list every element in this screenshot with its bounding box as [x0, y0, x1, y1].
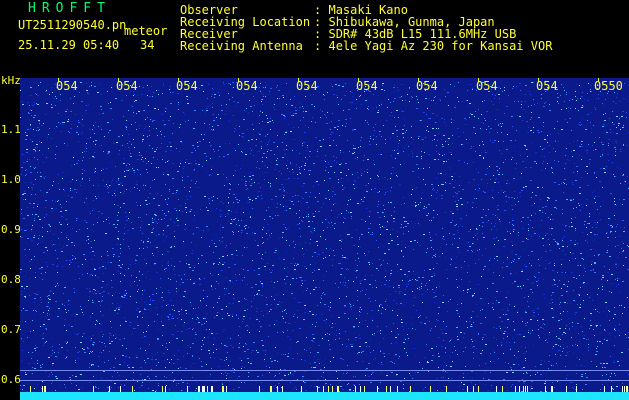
y-tick-label: 0.9: [1, 223, 21, 236]
datetime: 25.11.29 05:40: [18, 38, 120, 52]
event-count: 34: [140, 38, 155, 52]
frequency-axis: kHz 1.1 1.0 0.9 0.8 0.7 0.6: [0, 74, 21, 400]
y-axis-unit: kHz: [1, 74, 21, 87]
x-tick-label: 054: [176, 79, 198, 93]
info-sep: :: [314, 39, 322, 53]
x-tick-label: 054: [476, 79, 498, 93]
x-tick-label: 054: [116, 79, 138, 93]
spectrogram-noise: [20, 82, 629, 394]
y-tick-label: 0.7: [1, 323, 21, 336]
info-key: Receiving Antenna: [180, 39, 303, 53]
header-panel: HROFFT UT2511290540.pn meteor 25.11.29 0…: [0, 0, 629, 78]
station-info: Observer : Masaki Kano Receiving Locatio…: [180, 4, 552, 52]
y-tick-label: 0.8: [1, 273, 21, 286]
y-tick-label: 0.6: [1, 373, 21, 386]
mode-label: meteor: [124, 24, 168, 38]
x-tick-label: 054: [356, 79, 378, 93]
info-value: 4ele Yagi Az 230 for Kansai VOR: [328, 39, 553, 53]
app-logo: HROFFT: [28, 1, 111, 16]
reference-line: [20, 370, 629, 371]
file-name: UT2511290540.pn: [18, 18, 127, 32]
x-tick-label: 054: [416, 79, 438, 93]
y-tick-label: 1.0: [1, 173, 21, 186]
spectrogram-plot[interactable]: 054 054 054 054 054 054 054 054 054 0550: [20, 78, 629, 400]
y-tick-label: 1.1: [1, 123, 21, 136]
baseline-band: [20, 392, 629, 400]
x-tick-label: 054: [296, 79, 318, 93]
info-row-antenna: Receiving Antenna : 4ele Yagi Az 230 for…: [180, 40, 552, 52]
x-tick-label: 0550: [594, 79, 623, 93]
x-tick-label: 054: [56, 79, 78, 93]
x-tick-label: 054: [536, 79, 558, 93]
reference-line: [20, 380, 629, 381]
x-tick-label: 054: [236, 79, 258, 93]
